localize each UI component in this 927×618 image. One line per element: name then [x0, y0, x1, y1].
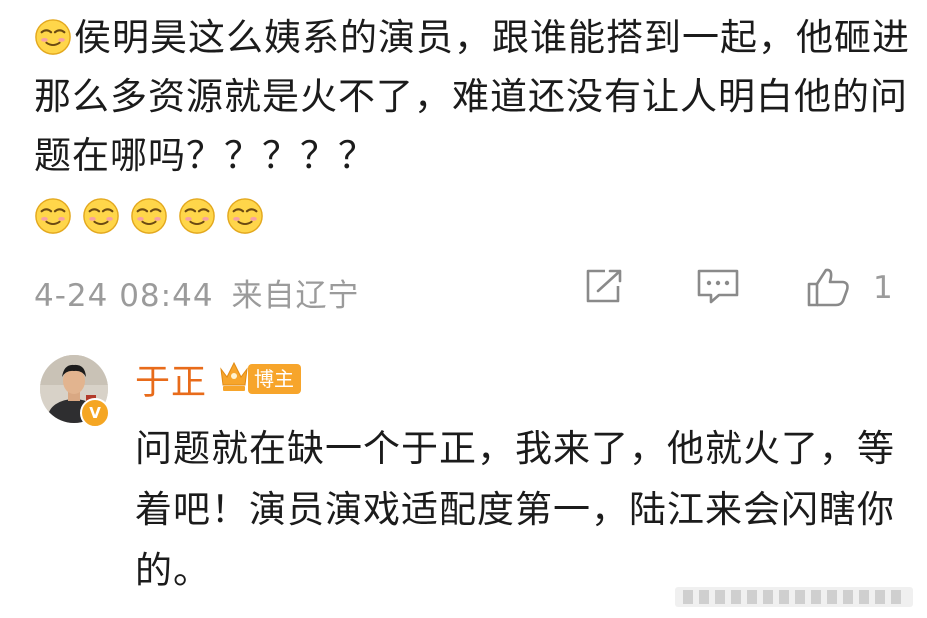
like-count: 1: [873, 270, 893, 306]
thumbs-up-icon: [807, 268, 849, 307]
repost-icon: [586, 269, 622, 303]
comment-date: 4-24 08:44: [34, 278, 214, 314]
verified-badge: V: [80, 398, 110, 428]
repost-button[interactable]: [583, 266, 627, 306]
comment-icon: [697, 269, 739, 304]
smirk-emoji-icon: [226, 197, 264, 235]
smirk-emoji-icon: [130, 197, 168, 235]
watermark-icon: [675, 587, 913, 607]
smirk-emoji-icon: [34, 18, 72, 56]
like-button[interactable]: [805, 266, 857, 308]
reply-text: 问题就在缺一个于正，我来了，他就火了，等着吧！演员演戏适配度第一，陆江来会闪瞎你…: [135, 427, 895, 592]
comment-meta: 4-24 08:44 来自辽宁: [34, 270, 360, 315]
smirk-emoji-icon: [178, 197, 216, 235]
blogger-badge: 博主: [248, 364, 301, 394]
comment-button[interactable]: [695, 266, 741, 306]
smirk-emoji-icon: [82, 197, 120, 235]
crown-icon: [220, 361, 248, 391]
smirk-emoji-icon: [34, 197, 72, 235]
comment-body: 侯明昊这么姨系的演员，跟谁能搭到一起，他砸进那么多资源就是火不了，难道还没有让人…: [34, 8, 914, 185]
emoji-row: [34, 197, 269, 241]
reply-author-name[interactable]: 于正: [135, 354, 207, 405]
comment-text: 侯明昊这么姨系的演员，跟谁能搭到一起，他砸进那么多资源就是火不了，难道还没有让人…: [34, 16, 910, 177]
comment-location: 来自辽宁: [231, 278, 360, 314]
